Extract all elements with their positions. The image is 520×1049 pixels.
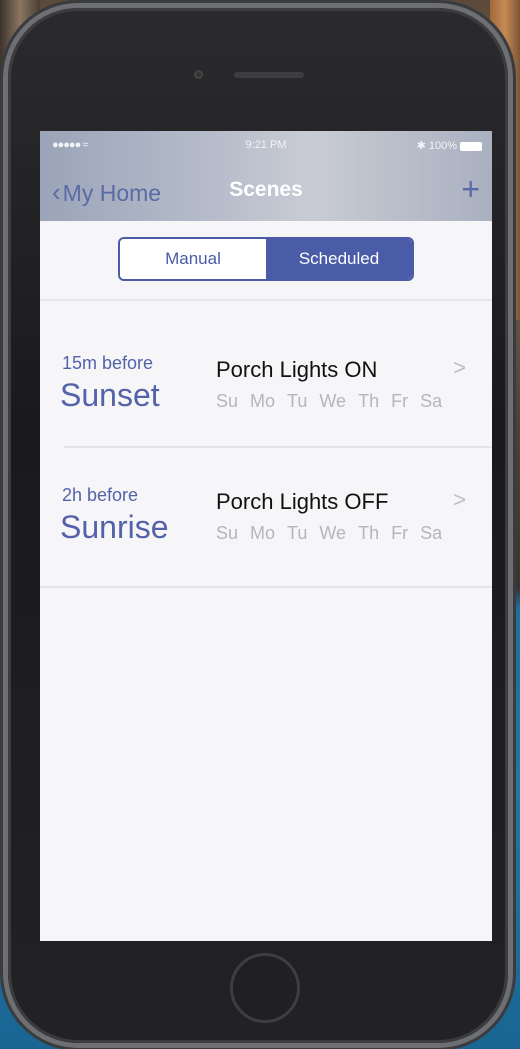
schedule-offset: 2h before (62, 485, 139, 505)
home-button[interactable] (230, 953, 300, 1023)
day-label: Fr (391, 523, 409, 543)
phone-frame: ●●●●● ≈ 9:21 PM ✱ 100% ‹My Home Scenes +… (8, 8, 508, 1043)
schedule-scene: Porch Lights ON (216, 357, 378, 382)
add-scene-button[interactable]: + (461, 171, 480, 208)
earpiece-speaker (234, 72, 304, 78)
chevron-right-icon: > (453, 355, 466, 380)
front-camera (194, 70, 203, 79)
phone-screen: ●●●●● ≈ 9:21 PM ✱ 100% ‹My Home Scenes +… (40, 131, 492, 941)
schedule-event: Sunrise (60, 509, 169, 545)
day-label: Sa (420, 391, 443, 411)
segment-manual[interactable]: Manual (120, 239, 266, 279)
schedule-event: Sunset (60, 377, 160, 413)
day-label: Mo (250, 391, 276, 411)
day-label: Fr (391, 391, 409, 411)
day-label: Tu (287, 391, 308, 411)
day-label: Su (216, 523, 239, 543)
status-bar: ●●●●● ≈ 9:21 PM ✱ 100% (40, 139, 492, 153)
schedule-days: Su Mo Tu We Th Fr Sa (216, 391, 442, 412)
mode-segmented-control: Manual Scheduled (118, 237, 414, 281)
divider (40, 299, 492, 301)
day-label: Mo (250, 523, 276, 543)
day-label: Th (358, 391, 380, 411)
row-divider (40, 586, 492, 588)
schedule-days: Su Mo Tu We Th Fr Sa (216, 523, 442, 544)
schedule-scene: Porch Lights OFF (216, 489, 389, 514)
battery-icon (460, 141, 482, 151)
day-label: We (319, 391, 347, 411)
battery-label: ✱ 100% (416, 140, 457, 152)
day-label: Su (216, 391, 239, 411)
day-label: Tu (287, 523, 308, 543)
chevron-right-icon: > (453, 487, 466, 512)
segment-scheduled[interactable]: Scheduled (266, 239, 412, 279)
day-label: We (319, 523, 347, 543)
schedule-row[interactable]: 2h before Sunrise Porch Lights OFF Su Mo… (40, 443, 492, 573)
day-label: Th (358, 523, 380, 543)
page-title: Scenes (229, 178, 303, 201)
day-label: Sa (420, 523, 443, 543)
battery-indicator: ✱ 100% (417, 139, 482, 152)
schedule-row[interactable]: 15m before Sunset Porch Lights ON Su Mo … (40, 311, 492, 441)
schedule-offset: 15m before (62, 353, 154, 373)
navigation-bar: ●●●●● ≈ 9:21 PM ✱ 100% ‹My Home Scenes + (40, 131, 492, 221)
